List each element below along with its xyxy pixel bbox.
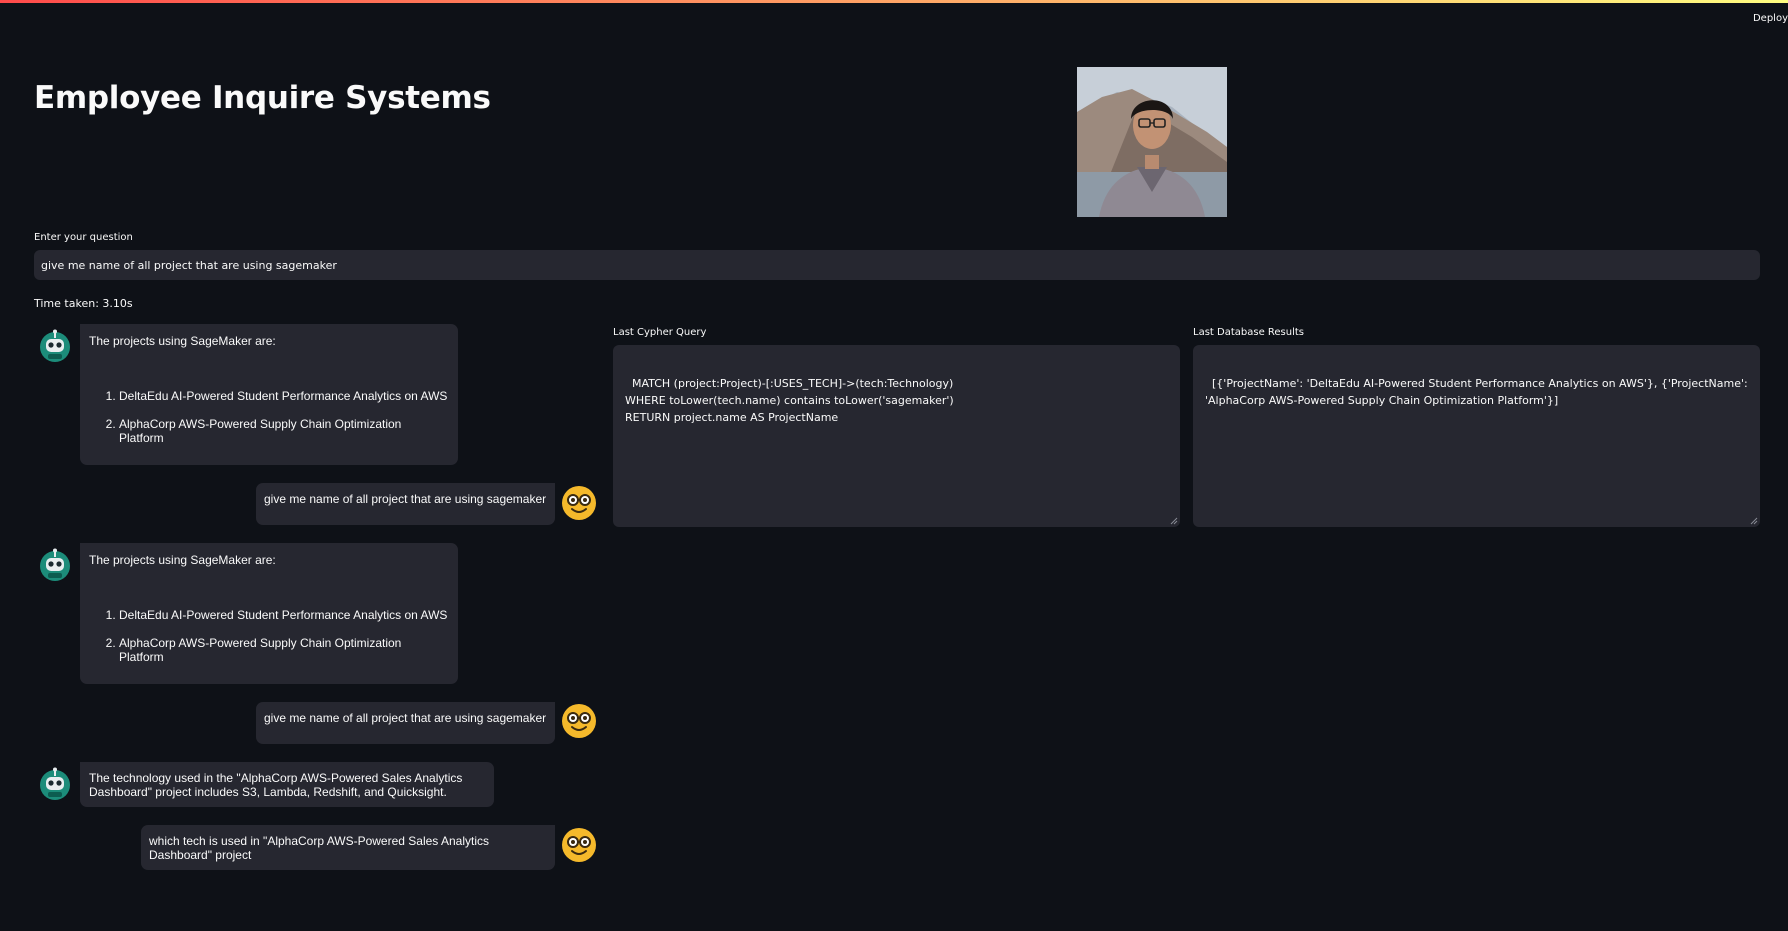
list-item: AlphaCorp AWS-Powered Supply Chain Optim…: [119, 417, 449, 445]
resize-handle-icon[interactable]: [1750, 517, 1758, 525]
nerd-face-icon: [561, 827, 597, 863]
deploy-button[interactable]: Deploy: [1753, 13, 1788, 24]
list-item: DeltaEdu AI-Powered Student Performance …: [119, 608, 449, 622]
assistant-message: The projects using SageMaker are: DeltaE…: [80, 543, 458, 684]
message-intro: The projects using SageMaker are:: [89, 334, 276, 348]
resize-handle-icon[interactable]: [1170, 517, 1178, 525]
message-list: DeltaEdu AI-Powered Student Performance …: [89, 608, 449, 664]
message-intro: The projects using SageMaker are:: [89, 553, 276, 567]
robot-icon: [37, 327, 73, 363]
assistant-message: The projects using SageMaker are: DeltaE…: [80, 324, 458, 465]
robot-icon: [37, 546, 73, 582]
cypher-query-text: MATCH (project:Project)-[:USES_TECH]->(t…: [625, 377, 954, 424]
nerd-face-icon: [561, 703, 597, 739]
message-list: DeltaEdu AI-Powered Student Performance …: [89, 389, 449, 445]
message-text: which tech is used in "AlphaCorp AWS-Pow…: [149, 834, 489, 862]
database-results-text: [{'ProjectName': 'DeltaEdu AI-Powered St…: [1205, 377, 1752, 407]
cypher-query-textarea[interactable]: MATCH (project:Project)-[:USES_TECH]->(t…: [613, 345, 1180, 527]
user-message: give me name of all project that are usi…: [256, 483, 555, 525]
assistant-message: The technology used in the "AlphaCorp AW…: [80, 762, 494, 807]
list-item: AlphaCorp AWS-Powered Supply Chain Optim…: [119, 636, 449, 664]
list-item: DeltaEdu AI-Powered Student Performance …: [119, 389, 449, 403]
database-results-label: Last Database Results: [1193, 327, 1305, 338]
question-label: Enter your question: [34, 232, 133, 243]
message-text: give me name of all project that are usi…: [264, 492, 547, 506]
page-title: Employee Inquire Systems: [34, 80, 491, 116]
database-results-textarea[interactable]: [{'ProjectName': 'DeltaEdu AI-Powered St…: [1193, 345, 1760, 527]
cypher-query-label: Last Cypher Query: [613, 327, 707, 338]
profile-photo: [1077, 67, 1227, 217]
question-input[interactable]: [34, 250, 1760, 280]
message-text: The technology used in the "AlphaCorp AW…: [89, 771, 463, 799]
header-decoration-bar: [0, 0, 1788, 3]
user-message: which tech is used in "AlphaCorp AWS-Pow…: [141, 825, 555, 870]
robot-icon: [37, 765, 73, 801]
nerd-face-icon: [561, 485, 597, 521]
message-text: give me name of all project that are usi…: [264, 711, 547, 725]
user-message: give me name of all project that are usi…: [256, 702, 555, 744]
time-taken-text: Time taken: 3.10s: [34, 297, 133, 310]
